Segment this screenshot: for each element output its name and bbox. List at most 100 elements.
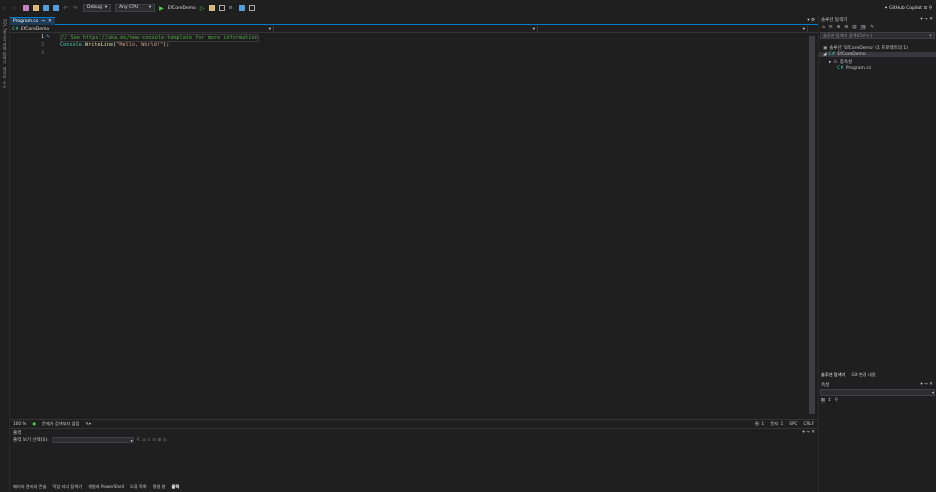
output-toolbar-icons[interactable]: ⇱ ⇲ ⇳ ≡ ⊞ ◎: [137, 438, 167, 443]
right-tab-strip: 솔루션 탐색기 Git 변경 내용: [819, 371, 936, 379]
save-all-icon[interactable]: [53, 5, 59, 11]
char-indicator: 문자: 1: [770, 420, 784, 426]
dependencies-icon: ⁂: [833, 59, 838, 65]
line-ending-indicator[interactable]: CRLF: [803, 421, 814, 426]
scrollbar-thumb[interactable]: [809, 36, 815, 414]
startup-project-button[interactable]: EfCoreDemo: [168, 6, 196, 11]
editor-status-bar: 100 % ● 문제가 검색되지 않음 ✎▾ 줄: 1 문자: 1 SPC CR…: [10, 419, 818, 427]
issues-label[interactable]: 문제가 검색되지 않음: [42, 421, 79, 427]
properties-header: 속성 ▾ ⊸ ✕: [819, 381, 936, 388]
filter-icon[interactable]: ⇆: [860, 25, 867, 30]
method-token: WriteLine: [85, 42, 114, 48]
copilot-button[interactable]: ✦ GitHub Copilot ⊡ ⚲: [884, 6, 932, 11]
build-icon[interactable]: [218, 5, 225, 11]
chevron-down-icon: ▾: [532, 26, 535, 32]
project-label: EfCoreDemo: [837, 52, 866, 57]
main-toolbar: ‹ › ↶ ↷ Debug ▾ Any CPU ▾ ▶ EfCoreDemo ▷ ≡…: [0, 0, 936, 16]
search-icon: ⚲: [928, 33, 932, 38]
copilot-label: GitHub Copilot: [889, 5, 923, 11]
navigation-bar: C# EfCoreDemo ▾ ▾ ▾: [10, 26, 818, 33]
whitespace-indicator[interactable]: SPC: [789, 421, 797, 426]
tree-item-project[interactable]: ◢ C# EfCoreDemo: [819, 52, 936, 57]
tab-task-runner[interactable]: 작업 러너 탐색기: [52, 484, 82, 490]
chevron-down-icon: ▾: [148, 5, 152, 10]
tab-error-list[interactable]: 오류 목록: [130, 484, 147, 490]
tree-item-file[interactable]: C# Program.cs: [837, 66, 871, 71]
panel-controls-icon[interactable]: ▾ ⊸ ✕: [920, 17, 933, 22]
project-nav-label: EfCoreDemo: [20, 26, 50, 32]
class-token: Console.: [60, 42, 85, 48]
csharp-project-icon: C#: [828, 52, 836, 57]
properties-icon[interactable]: ✎: [870, 25, 874, 30]
solution-search-input[interactable]: 솔루션 탐색기 검색(Ctrl+;) ⚲: [820, 32, 935, 39]
editor-tab-strip: Program.cs ⊸ ✕ ▾ ⚙: [10, 16, 818, 25]
tab-solution-explorer[interactable]: 솔루션 탐색기: [821, 372, 845, 378]
tree-item-solution[interactable]: ▣ 솔루션 'EfCoreDemo' (1 프로젝트의 1): [823, 45, 908, 52]
line-number: 1: [41, 35, 44, 40]
data-sources-tab[interactable]: 데이터 소스: [2, 67, 8, 88]
properties-object-select[interactable]: ▾: [820, 389, 935, 396]
search-placeholder: 솔루션 탐색기 검색(Ctrl+;): [823, 32, 873, 38]
tab-program-cs[interactable]: Program.cs ⊸ ✕: [10, 16, 55, 25]
back-icon[interactable]: ‹: [3, 5, 9, 12]
solution-explorer-panel: 솔루션 탐색기 ▾ ⊸ ✕ ⌂ ⟳ ⊕ ⊟ ▤ ⇆ ✎ 솔루션 탐색기 검색(C…: [818, 16, 936, 492]
home-icon[interactable]: ⌂: [822, 25, 825, 30]
forward-icon[interactable]: ›: [13, 5, 19, 12]
comment-icon[interactable]: ≡: [229, 5, 235, 11]
save-icon[interactable]: [43, 5, 49, 11]
new-project-icon[interactable]: [23, 5, 29, 11]
start-without-debug-icon[interactable]: ▷: [200, 5, 205, 12]
alphabetical-icon[interactable]: ↕: [828, 398, 832, 403]
zoom-select[interactable]: 100 %: [13, 421, 26, 426]
chevron-down-icon: ▾: [268, 26, 271, 32]
tab-dev-powershell[interactable]: 개발자 PowerShell: [88, 484, 124, 490]
output-panel: 출력 ▾ ⊸ ✕ 출력 보기 선택(S): ▾ ⇱ ⇲ ⇳ ≡ ⊞ ◎: [10, 428, 818, 482]
panel-controls-icon[interactable]: ▾ ⊸ ✕: [920, 382, 933, 387]
tab-output[interactable]: 출력: [172, 484, 180, 490]
collapse-all-icon[interactable]: ⊟: [844, 25, 848, 30]
categorized-icon[interactable]: ⊞: [821, 398, 825, 403]
breakpoint-icon[interactable]: [238, 5, 245, 11]
hot-reload-icon[interactable]: [208, 5, 215, 11]
tab-package-manager[interactable]: 패키지 관리자 콘솔: [13, 484, 46, 490]
tab-overflow-icon[interactable]: ▾ ⚙: [807, 18, 815, 23]
member-nav-select[interactable]: ▾: [538, 26, 808, 32]
show-all-files-icon[interactable]: ▤: [852, 25, 856, 30]
sql-server-explorer-tab[interactable]: SQL Server 개체 탐색기: [2, 19, 8, 64]
tab-git-changes[interactable]: Git 변경 내용: [851, 372, 875, 378]
project-nav-select[interactable]: C# EfCoreDemo ▾: [10, 26, 274, 32]
code-editor[interactable]: 1 ✎ // See https://aka.ms/new-console-te…: [10, 34, 808, 418]
tree-item-dependencies[interactable]: ▸ ⁂ 종속성: [829, 59, 852, 66]
tab-label: Program.cs: [13, 18, 39, 24]
pin-icon[interactable]: ⊸: [41, 19, 45, 24]
solution-icon: ▣: [823, 45, 828, 51]
pending-changes-icon[interactable]: ⊕: [837, 25, 841, 30]
open-icon[interactable]: [33, 5, 39, 11]
solution-explorer-toolbar: ⌂ ⟳ ⊕ ⊟ ▤ ⇆ ✎: [819, 23, 936, 32]
line-number: 2: [41, 43, 44, 48]
chevron-down-icon: ▾: [931, 390, 934, 395]
line-number: 3: [41, 51, 44, 56]
tab-command-window[interactable]: 명령 창: [153, 484, 166, 490]
output-source-label: 출력 보기 선택(S):: [13, 438, 49, 443]
chevron-down-icon: ▾: [802, 26, 805, 32]
platform-select[interactable]: Any CPU ▾: [115, 4, 156, 12]
file-label: Program.cs: [845, 66, 872, 71]
configuration-select[interactable]: Debug ▾: [83, 4, 112, 12]
code-comment-line: // See https://aka.ms/new-console-templa…: [60, 34, 259, 42]
undo-icon[interactable]: ↶: [63, 5, 69, 12]
panel-controls-icon[interactable]: ▾ ⊸ ✕: [802, 430, 815, 435]
start-debug-icon[interactable]: ▶: [159, 5, 164, 12]
redo-icon[interactable]: ↷: [73, 5, 79, 12]
no-issues-icon: ●: [32, 421, 36, 426]
sync-icon[interactable]: ⟳: [829, 25, 833, 30]
csharp-file-icon: C#: [837, 66, 844, 71]
code-line-2: Console.WriteLine("Hello, World!");: [60, 42, 169, 48]
output-source-select[interactable]: ▾: [51, 437, 134, 443]
cleanup-icon[interactable]: ✎▾: [85, 421, 91, 426]
property-pages-icon[interactable]: ⚲: [835, 398, 838, 403]
bookmark-icon[interactable]: [248, 5, 255, 11]
type-nav-select[interactable]: ▾: [274, 26, 538, 32]
properties-toolbar: ⊞ ↕ ⚲: [821, 398, 838, 403]
close-icon[interactable]: ✕: [48, 19, 52, 24]
